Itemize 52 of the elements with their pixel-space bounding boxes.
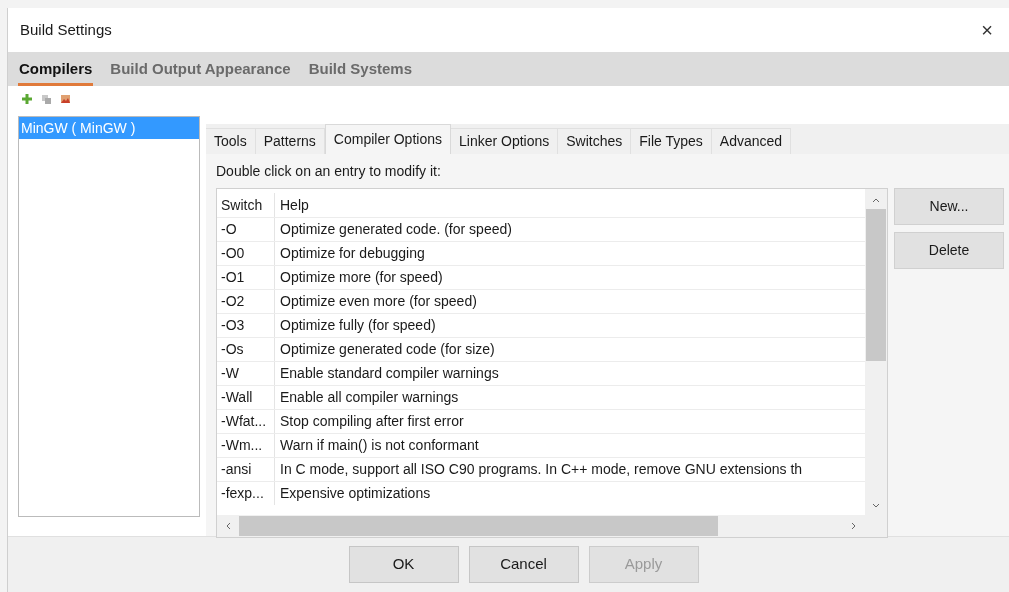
option-tab[interactable]: Compiler Options [324, 124, 451, 154]
plus-icon[interactable] [22, 94, 32, 104]
option-tab[interactable]: Linker Options [451, 128, 559, 154]
table-cell-text: Enable all compiler warnings [279, 388, 459, 407]
vertical-scrollbar[interactable] [865, 189, 887, 515]
table-cell-text: Optimize generated code (for size) [279, 340, 495, 359]
settings-tab[interactable]: Build Output Appearance [109, 56, 292, 86]
close-button[interactable]: × [977, 20, 997, 40]
table-cell-text: In C mode, support all ISO C90 programs. In C++ mode, remove GNU extensions th [279, 460, 803, 479]
image-icon[interactable] [61, 95, 70, 103]
side-button[interactable]: Delete [894, 232, 1004, 269]
option-tab[interactable]: Switches [558, 128, 632, 154]
copy-icon[interactable] [42, 94, 51, 104]
table-cell: -O2 [217, 290, 275, 313]
hint-text: Double click on an entry to modify it: [216, 162, 442, 181]
scroll-left-icon[interactable] [225, 522, 231, 530]
option-tab[interactable]: File Types [631, 128, 712, 154]
side-button[interactable]: New... [894, 188, 1004, 225]
scroll-right-icon[interactable] [851, 522, 857, 530]
table-cell: -O3 [217, 314, 275, 337]
scroll-up-icon[interactable] [872, 197, 880, 203]
table-cell: -O0 [217, 242, 275, 265]
dialog-button[interactable]: Cancel [468, 546, 579, 583]
table-cell-text: Optimize fully (for speed) [279, 316, 436, 335]
table-cell: -W [217, 362, 275, 385]
dialog-button[interactable]: OK [348, 546, 459, 583]
table-cell: -Wm... [217, 434, 275, 457]
table-cell-text: Expensive optimizations [279, 484, 431, 503]
option-tab[interactable]: Tools [206, 128, 256, 154]
window-title: Build Settings [20, 19, 112, 40]
table-cell: -fexp... [217, 482, 275, 505]
table-cell: -Wall [217, 386, 275, 409]
table-cell: -ansi [217, 458, 275, 481]
option-tab[interactable]: Patterns [255, 128, 325, 154]
table-cell-text: Stop compiling after first error [279, 412, 464, 431]
table-cell-text: Optimize more (for speed) [279, 268, 443, 287]
column-header[interactable]: Switch [217, 193, 275, 217]
table-cell-text: Enable standard compiler warnings [279, 364, 499, 383]
scroll-down-icon[interactable] [872, 503, 880, 509]
column-header[interactable]: Help [275, 193, 309, 217]
settings-tab[interactable]: Build Systems [307, 56, 414, 86]
table-cell-text: Warn if main() is not conformant [279, 436, 479, 455]
table-cell: -O [217, 218, 275, 241]
table-cell-text: Optimize generated code. (for speed) [279, 220, 512, 239]
table-cell-text: Optimize even more (for speed) [279, 292, 477, 311]
table-cell: -Os [217, 338, 275, 361]
table-cell: -Wfat... [217, 410, 275, 433]
scrollbar-thumb[interactable] [239, 516, 718, 536]
table-cell-text: Optimize for debugging [279, 244, 425, 263]
table-cell: -O1 [217, 266, 275, 289]
scrollbar-thumb[interactable] [866, 209, 886, 361]
option-tab[interactable]: Advanced [711, 128, 792, 154]
